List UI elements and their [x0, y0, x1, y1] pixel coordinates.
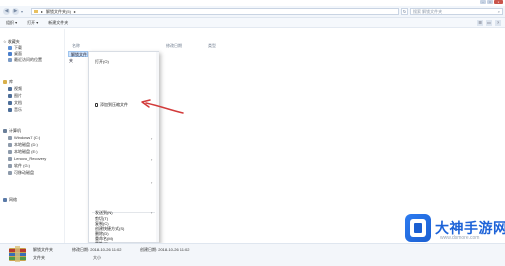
watermark-url: www.dsmore.com [440, 235, 480, 241]
sidebar-item-drive-recovery[interactable]: Lenovo_Recovery [8, 156, 46, 161]
search-placeholder: 搜索 解锁文件夹 [413, 8, 443, 14]
sidebar-item-pictures[interactable]: 图片 [8, 93, 22, 99]
minimize-button[interactable]: – [480, 0, 486, 4]
watermark: 大神手游网 www.dsmore.com [405, 214, 505, 246]
network-header[interactable]: 网络 [3, 197, 17, 203]
column-date[interactable]: 修改日期 [166, 43, 182, 49]
sidebar-item-drive-e[interactable]: 本地磁盘 (E:) [8, 149, 38, 155]
drive-icon [8, 143, 12, 147]
submenu-arrow-icon: › [151, 210, 153, 215]
maximize-button[interactable]: □ [487, 0, 493, 4]
back-button[interactable]: ◀ [3, 8, 10, 15]
sidebar-item-recent[interactable]: 最近访问的位置 [8, 57, 42, 63]
video-icon [8, 87, 12, 91]
sidebar-item-drive-d[interactable]: 本地磁盘 (D:) [8, 142, 38, 148]
search-input[interactable]: 搜索 解锁文件夹 ⌕ [410, 8, 503, 15]
submenu-arrow-icon: › [151, 136, 153, 141]
details-name: 解锁文件夹 [33, 247, 53, 252]
forward-button[interactable]: ▶ [12, 8, 19, 15]
submenu-arrow-icon: › [151, 180, 153, 185]
navigation-pane: ☆ 收藏夹 下载 桌面 最近访问的位置 库 视频 图片 文档 音乐 计算机 Wi… [0, 29, 65, 243]
details-created: 创建日期: 2018-10-26 11:02 [140, 247, 190, 252]
file-row-selected[interactable]: 解锁文件夹 [68, 51, 88, 63]
drive-icon [8, 135, 12, 140]
details-size: 大小 [93, 255, 101, 260]
download-icon [8, 46, 12, 50]
sidebar-item-drive-c[interactable]: Windows7 (C:) [8, 135, 40, 140]
sidebar-item-documents[interactable]: 文档 [8, 100, 22, 106]
open-button[interactable]: 打开 ▾ [27, 20, 38, 26]
new-folder-button[interactable]: 新建文件夹 [48, 20, 68, 26]
context-menu-scroll-gutter [156, 52, 159, 242]
sidebar-item-drive-g[interactable]: 软件 (G:) [8, 163, 30, 169]
drive-icon [8, 164, 12, 168]
view-options-icon[interactable]: ☰ [477, 20, 483, 26]
search-icon: ⌕ [497, 9, 500, 14]
details-modified: 修改日期: 2018-10-26 11:02 [72, 247, 122, 252]
network-icon [3, 198, 7, 202]
music-icon [8, 108, 12, 112]
menu-item-add-to-archive[interactable]: 添加到压缩文件 [95, 102, 128, 108]
drive-icon [8, 156, 12, 161]
window-controls: – □ x [480, 0, 503, 5]
column-headers: 名称 修改日期 类型 [68, 43, 268, 49]
recent-pages-icon[interactable]: ▾ [21, 9, 23, 14]
address-bar: ◀ ▶ ▾ ▸ 解锁文件夹(5) ▸ ↻ 搜索 解锁文件夹 ⌕ [0, 6, 505, 18]
sidebar-item-videos[interactable]: 视频 [8, 86, 22, 92]
title-bar [0, 0, 505, 5]
computer-header[interactable]: 计算机 [3, 128, 21, 134]
picture-icon [8, 94, 12, 98]
archive-folder-icon [9, 246, 26, 262]
sidebar-item-music[interactable]: 音乐 [8, 107, 22, 113]
usb-drive-icon [8, 171, 12, 175]
sidebar-item-removable[interactable]: 可移动磁盘 [8, 170, 34, 176]
details-type: 文件夹 [33, 255, 45, 260]
annotation-arrow [141, 99, 184, 114]
help-icon[interactable]: ? [495, 20, 501, 26]
desktop-icon [8, 52, 12, 56]
lock-icon [95, 103, 98, 107]
organize-button[interactable]: 组织 ▾ [6, 20, 17, 26]
column-type[interactable]: 类型 [208, 43, 216, 49]
breadcrumb-current[interactable]: 解锁文件夹(5) [46, 9, 71, 15]
libraries-header[interactable]: 库 [3, 79, 13, 85]
toolbar: 组织 ▾ 打开 ▾ 新建文件夹 ☰ ▭ ? [0, 18, 505, 28]
refresh-button[interactable]: ↻ [401, 8, 408, 15]
watermark-logo-icon [405, 214, 431, 242]
breadcrumb-separator: ▸ [41, 9, 44, 14]
folder-icon [34, 10, 38, 13]
menu-item-open[interactable]: 打开(O) [95, 59, 109, 65]
document-icon [8, 101, 12, 105]
drive-icon [8, 150, 12, 154]
recent-icon [8, 58, 12, 62]
submenu-arrow-icon: › [151, 157, 153, 162]
column-name[interactable]: 名称 [72, 43, 80, 49]
preview-pane-icon[interactable]: ▭ [486, 20, 492, 26]
context-menu: 打开(O) 添加到压缩文件 › › › 发送到(N) › 剪切(T) 复制(C)… [88, 51, 159, 246]
details-pane: 解锁文件夹 文件夹 修改日期: 2018-10-26 11:02 创建日期: 2… [0, 243, 505, 266]
close-button[interactable]: x [494, 0, 503, 4]
computer-icon [3, 129, 7, 133]
breadcrumb-separator: ▸ [73, 9, 76, 14]
file-name: 解锁文件夹 [69, 52, 87, 63]
address-field[interactable]: ▸ 解锁文件夹(5) ▸ [31, 8, 399, 15]
library-icon [3, 80, 7, 84]
